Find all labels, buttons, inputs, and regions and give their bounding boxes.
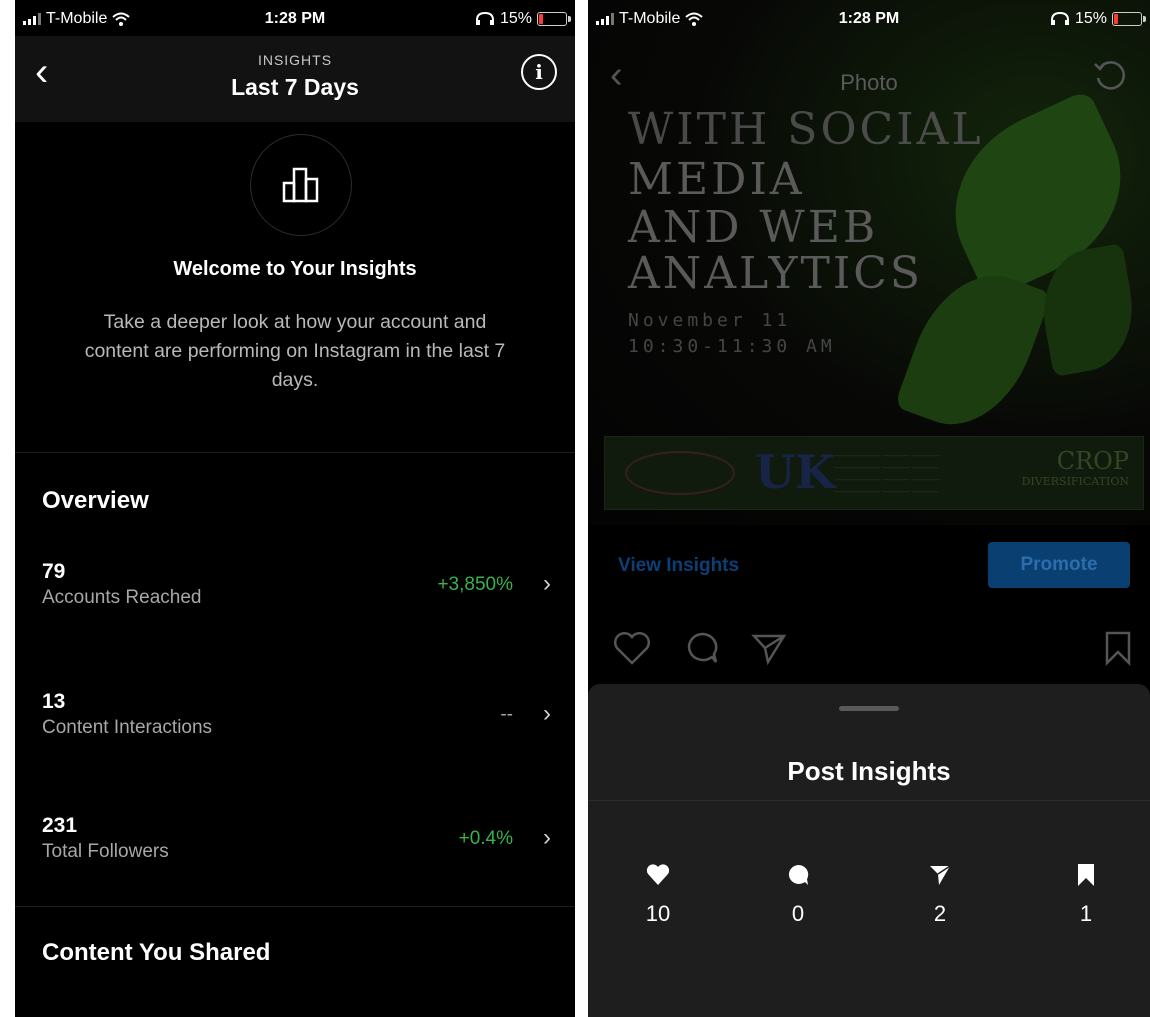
battery-percent: 15% bbox=[1074, 10, 1107, 27]
battery-group: 15% bbox=[1050, 10, 1146, 28]
insights-screen: T-Mobile 1:28 PM 15% ‹ INSIGHTS Last 7 D… bbox=[15, 0, 575, 1017]
metric-shares: 2 bbox=[910, 862, 970, 927]
info-icon[interactable]: i bbox=[521, 54, 557, 90]
post-actions bbox=[588, 630, 1150, 670]
post-insights-sheet: Post Insights 10 0 2 1 bbox=[588, 684, 1150, 1017]
headphones-icon bbox=[475, 12, 494, 25]
metric-value: 10 bbox=[645, 901, 671, 926]
header-title: Last 7 Days bbox=[231, 74, 359, 100]
stat-total-followers[interactable]: 231 Total Followers +0.4% › bbox=[42, 814, 555, 874]
welcome-description: Take a deeper look at how your account a… bbox=[84, 311, 506, 391]
insights-chart-badge bbox=[250, 134, 352, 236]
insights-header: ‹ INSIGHTS Last 7 Days i bbox=[15, 36, 575, 122]
photo-header: ‹ Photo bbox=[588, 36, 1150, 122]
stat-value: 231 bbox=[42, 814, 78, 837]
metric-value: 0 bbox=[791, 901, 805, 926]
like-icon[interactable] bbox=[612, 630, 652, 666]
sheet-title: Post Insights bbox=[787, 756, 951, 786]
share-icon bbox=[930, 865, 951, 885]
battery-group: 15% bbox=[475, 10, 571, 28]
comment-icon[interactable] bbox=[684, 630, 720, 666]
stat-accounts-reached[interactable]: 79 Accounts Reached +3,850% › bbox=[42, 560, 555, 620]
sheet-drag-handle[interactable] bbox=[839, 706, 899, 711]
stat-label: Content Interactions bbox=[42, 717, 213, 738]
stat-label: Total Followers bbox=[42, 841, 169, 862]
photo-screen: WITH SOCIAL MEDIA AND WEB ANALYTICS Nove… bbox=[588, 0, 1150, 1017]
bookmark-icon[interactable] bbox=[1104, 630, 1132, 666]
overview-title: Overview bbox=[42, 487, 149, 514]
share-icon[interactable] bbox=[750, 630, 788, 666]
stat-change: +0.4% bbox=[458, 828, 513, 849]
stat-label: Accounts Reached bbox=[42, 587, 202, 608]
heart-icon bbox=[646, 864, 670, 885]
bookmark-icon bbox=[1078, 864, 1094, 886]
stat-change: +3,850% bbox=[437, 574, 513, 595]
stat-content-interactions[interactable]: 13 Content Interactions -- › bbox=[42, 690, 555, 750]
metric-value: 2 bbox=[933, 901, 947, 926]
chevron-right-icon: › bbox=[543, 570, 551, 597]
bar-chart-icon bbox=[282, 167, 319, 203]
status-bar: T-Mobile 1:28 PM 15% bbox=[15, 0, 575, 36]
refresh-icon[interactable] bbox=[1092, 58, 1128, 94]
stat-value: 13 bbox=[42, 690, 66, 713]
header-title: Photo bbox=[840, 70, 898, 95]
battery-icon bbox=[537, 12, 571, 26]
stat-change: -- bbox=[500, 704, 513, 725]
chevron-right-icon: › bbox=[543, 824, 551, 851]
metric-saves: 1 bbox=[1056, 862, 1116, 927]
welcome-title: Welcome to Your Insights bbox=[173, 258, 417, 280]
chevron-right-icon: › bbox=[543, 700, 551, 727]
header-subtitle: INSIGHTS bbox=[257, 52, 333, 68]
metric-comments: 0 bbox=[768, 862, 828, 927]
sheet-divider bbox=[588, 800, 1150, 801]
battery-icon bbox=[1112, 12, 1146, 26]
content-shared-title[interactable]: Content You Shared bbox=[42, 939, 270, 967]
comment-icon bbox=[788, 864, 809, 885]
headphones-icon bbox=[1050, 12, 1069, 25]
section-divider bbox=[15, 906, 575, 907]
status-bar: T-Mobile 1:28 PM 15% bbox=[588, 0, 1150, 36]
view-insights-link[interactable]: View Insights bbox=[618, 555, 739, 577]
metric-value: 1 bbox=[1079, 901, 1093, 926]
section-divider bbox=[15, 452, 575, 453]
promote-button[interactable]: Promote bbox=[988, 542, 1130, 588]
stat-value: 79 bbox=[42, 560, 66, 583]
battery-percent: 15% bbox=[499, 10, 532, 27]
metric-likes: 10 bbox=[628, 862, 688, 927]
